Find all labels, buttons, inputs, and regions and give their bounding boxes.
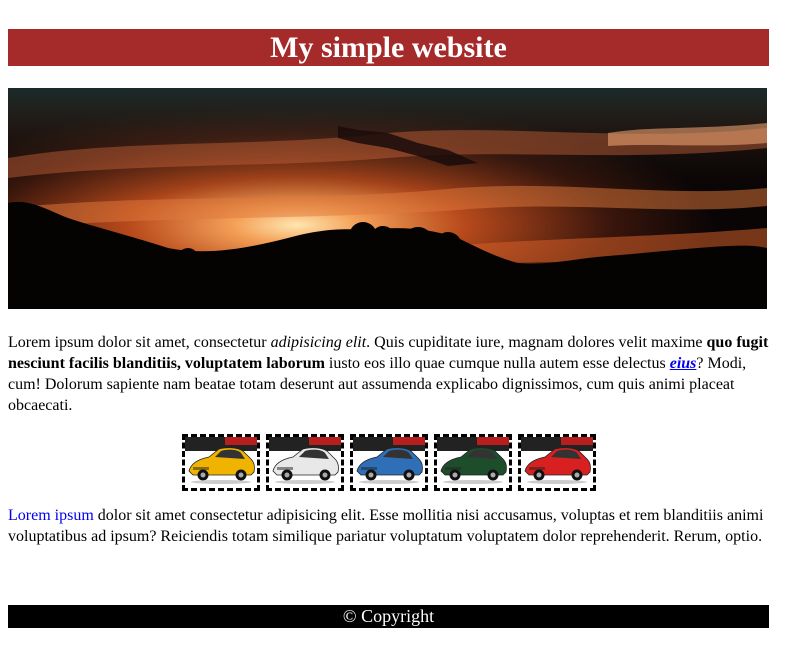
hero-sunset-image [8, 88, 767, 309]
intro-text-1: Lorem ipsum dolor sit amet, consectetur [8, 334, 271, 351]
second-paragraph: Lorem ipsum dolor sit amet consectetur a… [8, 505, 769, 547]
intro-text-3: iusto eos illo quae cumque nulla autem e… [324, 355, 670, 372]
car-thumbnail[interactable] [433, 434, 512, 491]
car-thumbnail[interactable] [349, 434, 428, 491]
intro-link[interactable]: eius [670, 355, 697, 372]
car-thumbnail[interactable] [181, 434, 260, 491]
site-footer: © Copyright [8, 605, 769, 628]
site-header: My simple website [8, 29, 769, 66]
car-gallery [8, 434, 769, 491]
car-thumbnail[interactable] [517, 434, 596, 491]
car-thumbnail[interactable] [265, 434, 344, 491]
intro-paragraph: Lorem ipsum dolor sit amet, consectetur … [8, 332, 769, 416]
copyright-text: © Copyright [342, 606, 435, 626]
intro-text-2: . Quis cupiditate iure, magnam dolores v… [366, 334, 707, 351]
page: My simple website Lorem ipsum dolor sit … [8, 0, 769, 628]
intro-italic-text: adipisicing elit [270, 334, 367, 351]
second-text: dolor sit amet consectetur adipisicing e… [8, 507, 764, 545]
lorem-ipsum-link[interactable]: Lorem ipsum [8, 507, 94, 524]
site-title: My simple website [270, 31, 507, 64]
